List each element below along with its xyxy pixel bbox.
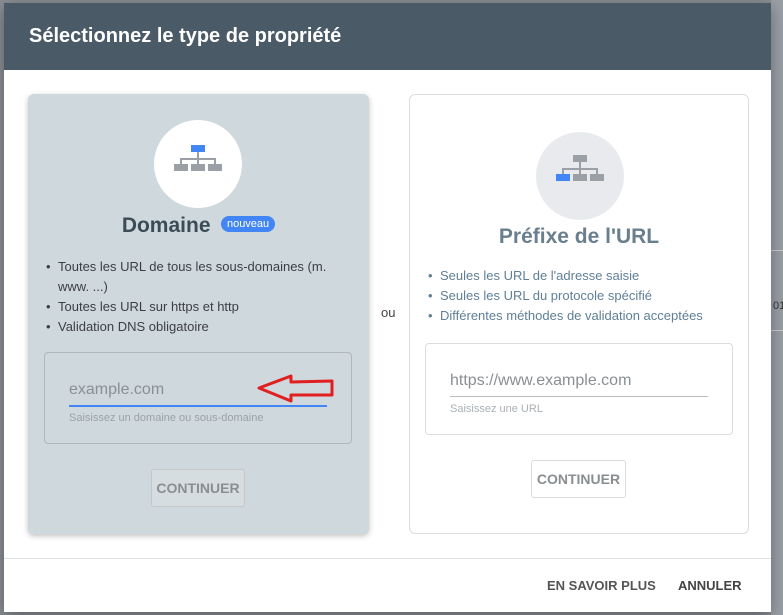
url-continue-button[interactable]: CONTINUER: [531, 460, 626, 498]
new-badge: nouveau: [220, 216, 276, 232]
url-input[interactable]: [450, 366, 708, 397]
list-item: Différentes méthodes de validation accep…: [428, 306, 750, 326]
sitemap-icon: [556, 155, 604, 181]
learn-more-button[interactable]: EN SAVOIR PLUS: [539, 567, 664, 603]
separator-text: ou: [381, 305, 396, 320]
url-input-container: Saisissez une URL: [425, 343, 733, 435]
domain-card[interactable]: Domaine nouveau Toutes les URL de tous l…: [28, 94, 369, 534]
cancel-button[interactable]: ANNULER: [670, 567, 750, 603]
dialog-title: Sélectionnez le type de propriété: [29, 25, 342, 47]
sitemap-icon: [174, 145, 222, 171]
list-item: Toutes les URL de tous les sous-domaines…: [46, 257, 358, 297]
list-item: Validation DNS obligatoire: [46, 317, 358, 337]
domain-title: Domaine: [121, 214, 211, 237]
domain-bullet-list: Toutes les URL de tous les sous-domaines…: [28, 257, 358, 337]
dialog-header: Sélectionnez le type de propriété: [4, 3, 771, 70]
url-title-row: Préfixe de l'URL: [410, 225, 748, 249]
url-prefix-title: Préfixe de l'URL: [498, 225, 660, 248]
domain-helper-text: Saisissez un domaine ou sous-domaine: [69, 412, 264, 424]
background-page: 01: [771, 0, 783, 615]
list-item: Seules les URL de l'adresse saisie: [428, 266, 750, 286]
url-bullet-list: Seules les URL de l'adresse saisie Seule…: [410, 266, 750, 326]
url-prefix-card[interactable]: Préfixe de l'URL Seules les URL de l'adr…: [409, 94, 749, 534]
list-item: Toutes les URL sur https et http: [46, 297, 358, 317]
domain-input[interactable]: [69, 375, 327, 407]
property-type-dialog: Sélectionnez le type de propriété Domain…: [4, 3, 771, 612]
url-icon-circle: [536, 132, 624, 220]
footer-divider: [4, 558, 771, 559]
list-item: Seules les URL du protocole spécifié: [428, 286, 750, 306]
url-helper-text: Saisissez une URL: [450, 403, 543, 415]
domain-title-row: Domaine nouveau: [28, 214, 369, 238]
domain-continue-button[interactable]: CONTINUER: [151, 469, 245, 507]
domain-input-container: Saisissez un domaine ou sous-domaine: [44, 352, 352, 444]
domain-icon-circle: [154, 120, 242, 208]
